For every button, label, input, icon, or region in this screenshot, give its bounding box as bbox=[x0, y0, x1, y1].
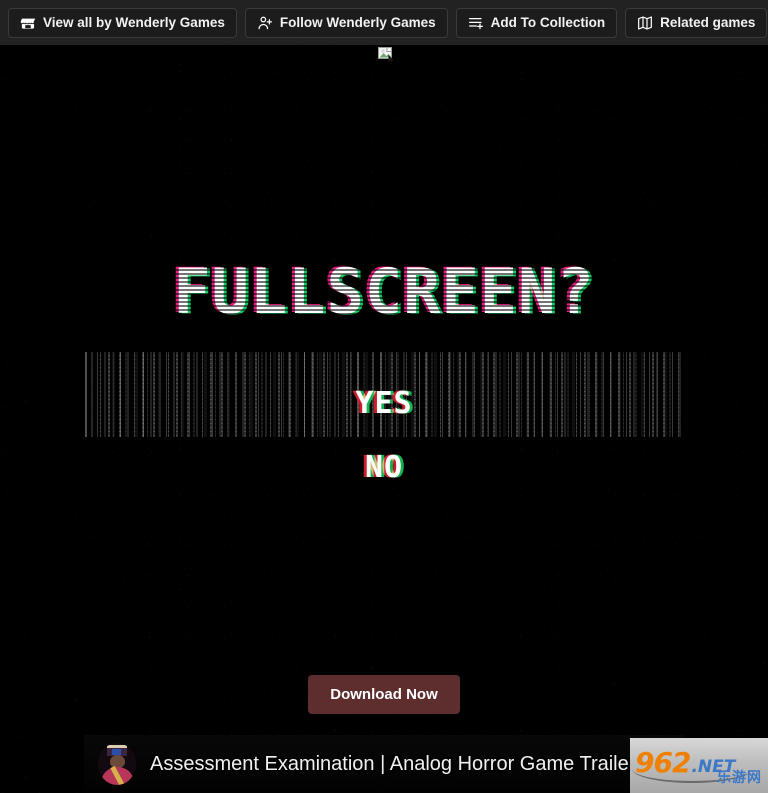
avatar bbox=[98, 743, 136, 785]
view-all-by-developer-label: View all by Wenderly Games bbox=[43, 14, 225, 30]
game-iframe-viewport[interactable]: FULLSCREEN? YES NO Download Now Assessme… bbox=[0, 45, 768, 793]
site-watermark: 962 .NET 乐游网 bbox=[630, 738, 768, 793]
add-to-collection-button[interactable]: Add To Collection bbox=[455, 7, 618, 38]
map-icon bbox=[637, 15, 653, 31]
fullscreen-no-label: NO bbox=[365, 450, 403, 485]
list-plus-icon bbox=[468, 15, 484, 31]
fullscreen-yes-option[interactable]: YES bbox=[84, 386, 684, 421]
download-section: Download Now bbox=[0, 675, 768, 714]
related-games-label: Related games bbox=[660, 14, 756, 30]
person-plus-icon bbox=[257, 15, 273, 31]
related-games-button[interactable]: Related games bbox=[625, 7, 768, 38]
static-noise-band: YES bbox=[84, 352, 684, 437]
fullscreen-prompt: FULLSCREEN? bbox=[0, 255, 768, 328]
add-to-collection-label: Add To Collection bbox=[490, 14, 606, 30]
watermark-chinese-text: 乐游网 bbox=[717, 770, 762, 786]
fullscreen-yes-label: YES bbox=[355, 386, 412, 421]
itchio-toolbar: View all by Wenderly Games Follow Wender… bbox=[0, 0, 768, 45]
video-title-text: Assessment Examination | Analog Horror G… bbox=[150, 752, 636, 775]
follow-developer-label: Follow Wenderly Games bbox=[279, 14, 436, 30]
itchio-logo-icon bbox=[20, 15, 36, 31]
follow-developer-button[interactable]: Follow Wenderly Games bbox=[244, 7, 448, 38]
view-all-by-developer-button[interactable]: View all by Wenderly Games bbox=[8, 7, 237, 38]
fullscreen-no-option[interactable]: NO bbox=[0, 450, 768, 485]
video-title-overlay[interactable]: Assessment Examination | Analog Horror G… bbox=[84, 735, 684, 793]
broken-image-icon bbox=[378, 46, 394, 62]
download-now-button[interactable]: Download Now bbox=[308, 675, 460, 714]
watermark-number: 962 bbox=[635, 746, 691, 779]
page-title: FULLSCREEN? bbox=[173, 255, 595, 328]
